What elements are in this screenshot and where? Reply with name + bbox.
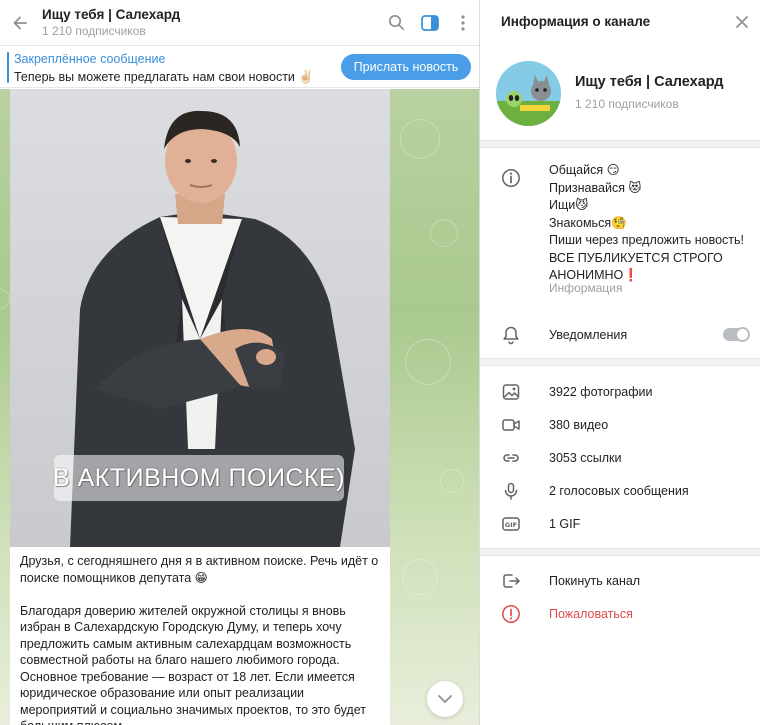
section-separator [480,358,760,366]
chat-title: Ищу тебя | Салехард [42,7,181,22]
channel-avatar[interactable] [496,61,561,126]
chat-header: Ищу тебя | Салехард 1 210 подписчиков [0,0,479,46]
post-paragraph-1: Друзья, с сегодняшнего дня я в активном … [20,554,379,585]
media-photos-link[interactable]: 3922 фотографии [549,385,653,399]
photo-caption-overlay: В АКТИВНОМ ПОИСКЕ) [52,455,346,501]
sidebar-toggle-button[interactable] [413,8,446,38]
chevron-down-icon [438,695,452,703]
leave-icon [500,570,522,592]
chat-title-block[interactable]: Ищу тебя | Салехард 1 210 подписчиков [40,6,380,39]
channel-info-panel: Информация о канале Ищу тебя | Салехард … [480,0,760,725]
close-info-button[interactable] [730,10,754,34]
media-gif-link[interactable]: 1 GIF [549,517,580,531]
report-icon [500,603,522,625]
channel-description: Общайся 😏 Признавайся 😻 Ищи😼 Знакомься🧐 … [549,162,754,285]
channel-subscribers: 1 210 подписчиков [575,97,679,111]
media-voice-link[interactable]: 2 голосовых сообщения [549,484,689,498]
about-line: Пиши через предложить новость! [549,233,745,247]
link-icon [500,447,522,469]
svg-text:GIF: GIF [505,521,517,529]
media-videos-link[interactable]: 380 видео [549,418,608,432]
photo-caption: В АКТИВНОМ ПОИСКЕ) [52,463,346,492]
leave-channel-button[interactable]: Покинуть канал [549,574,640,588]
chat-pane: Ищу тебя | Салехард 1 210 подписчиков За… [0,0,479,725]
more-button[interactable] [446,8,479,38]
search-icon [388,14,405,31]
about-line: Ищи😼 [549,198,589,212]
info-title: Информация о канале [501,14,651,29]
notifications-toggle[interactable] [723,327,750,342]
sidebar-toggle-icon [420,14,439,31]
search-button[interactable] [380,8,413,38]
channel-post: В АКТИВНОМ ПОИСКЕ) Друзья, с сегодняшнег… [10,89,390,725]
back-arrow-icon [13,16,27,29]
pinned-message-bar[interactable]: Закреплённое сообщение Теперь вы можете … [0,47,479,88]
about-line: Признавайся 😻 [549,180,642,195]
section-separator [480,140,760,148]
pinned-text: Теперь вы можете предлагать нам свои нов… [14,70,314,84]
pinned-accent-bar [7,52,9,83]
back-button[interactable] [0,0,40,46]
close-icon [736,16,748,28]
alien-cat-avatar-image [496,61,561,126]
about-line: ВСЕ ПУБЛИКУЕТСЯ СТРОГО [549,250,723,265]
channel-name: Ищу тебя | Салехард [575,74,724,90]
about-label: Информация [549,281,623,295]
microphone-icon [500,480,522,502]
report-button[interactable]: Пожаловаться [549,607,633,621]
info-icon [500,167,522,189]
section-separator [480,548,760,556]
post-text: Друзья, с сегодняшнего дня я в активном … [20,553,382,725]
info-header: Информация о канале [480,0,760,44]
pinned-title: Закреплённое сообщение [14,52,166,66]
about-line: Общайся 😏 [549,163,620,177]
photo-icon [500,381,522,403]
video-icon [500,414,522,436]
notifications-label: Уведомления [549,328,628,342]
media-links-link[interactable]: 3053 ссылки [549,451,622,465]
chat-subscribers: 1 210 подписчиков [42,24,146,38]
send-news-button[interactable]: Прислать новость [341,54,471,80]
post-photo[interactable]: В АКТИВНОМ ПОИСКЕ) [10,89,390,547]
about-line: Знакомься🧐 [549,215,627,230]
gif-icon: GIF [500,513,522,535]
post-paragraph-2: Благодаря доверию жителей окружной столи… [20,603,366,725]
bell-icon [500,324,522,346]
scroll-down-button[interactable] [427,681,463,717]
more-vertical-icon [460,14,465,31]
